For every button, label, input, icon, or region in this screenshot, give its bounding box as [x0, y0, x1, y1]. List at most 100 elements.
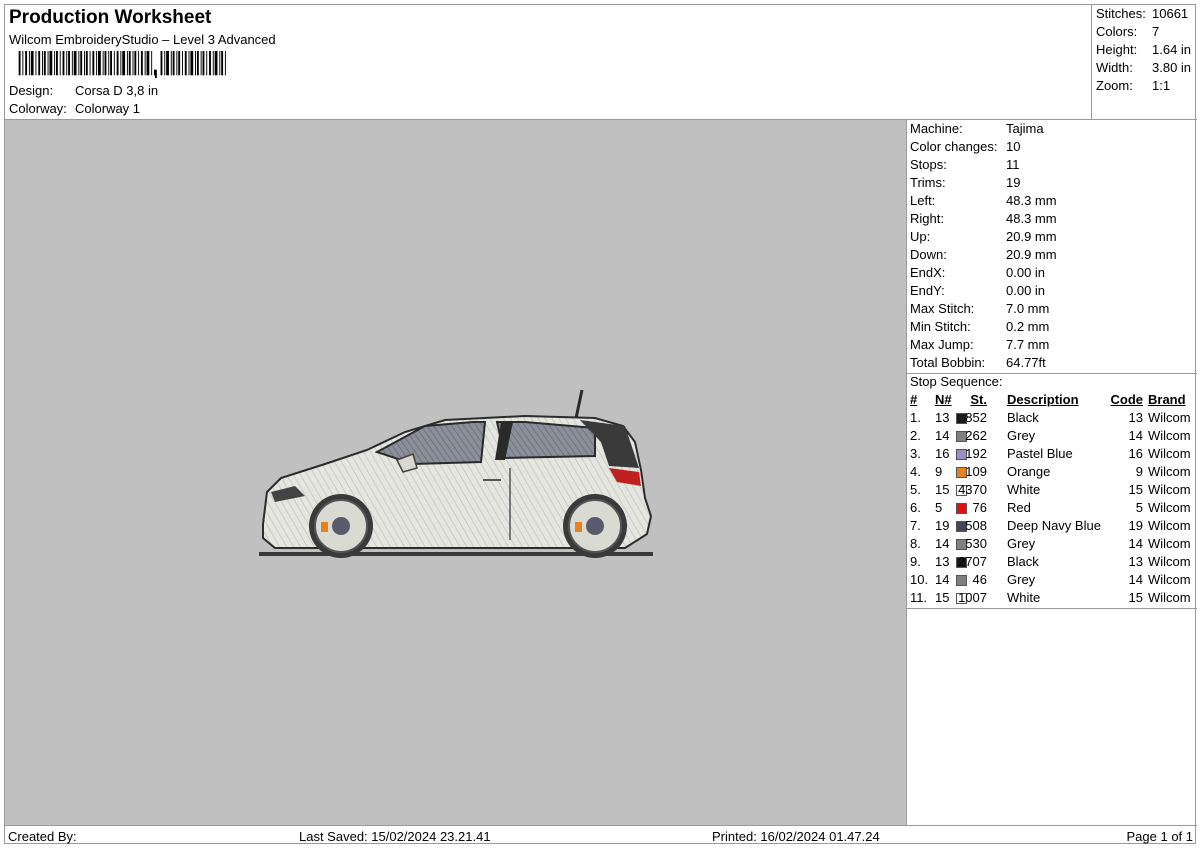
printed-date: Printed: 16/02/2024 01.47.24: [712, 829, 880, 844]
thread-brand: Wilcom: [1148, 464, 1191, 479]
stop-sequence-title: Stop Sequence:: [910, 374, 1003, 389]
color-description: Black: [1007, 410, 1039, 425]
info-value: 0.2 mm: [1006, 319, 1050, 334]
machine-info-row: Min Stitch: 0.2 mm: [910, 319, 1049, 337]
last-saved: Last Saved: 15/02/2024 23.21.41: [299, 829, 491, 844]
stop-sequence-row: 9. 13 2707 Black 13 Wilcom: [907, 554, 1197, 572]
stop-sequence-row: 5. 15 4370 White 15 Wilcom: [907, 482, 1197, 500]
stop-sequence-row: 1. 13 852 Black 13 Wilcom: [907, 410, 1197, 428]
embroidered-car-icon: [259, 389, 653, 558]
machine-info-row: Up: 20.9 mm: [910, 229, 1057, 247]
summary-label: Stitches:: [1096, 6, 1146, 21]
color-description: White: [1007, 482, 1041, 497]
thread-brand: Wilcom: [1148, 500, 1191, 515]
stop-num: 6.: [910, 500, 921, 515]
thread-brand: Wilcom: [1148, 410, 1191, 425]
color-code: 19: [1128, 518, 1143, 533]
color-description: White: [1007, 590, 1041, 605]
color-description: Deep Navy Blue: [1007, 518, 1101, 533]
color-description: Orange: [1007, 464, 1051, 479]
machine-info-row: Color changes: 10: [910, 139, 1020, 157]
summary-label: Height:: [1096, 42, 1138, 57]
info-value: 11: [1006, 157, 1020, 172]
machine-info-row: Stops: 11: [910, 157, 1020, 175]
machine-info-row: Left: 48.3 mm: [910, 193, 1057, 211]
summary-value: 1.64 in: [1152, 42, 1192, 57]
stitch-count: 530: [965, 536, 987, 551]
info-label: Color changes:: [910, 139, 998, 154]
stop-sequence-row: 8. 14 530 Grey 14 Wilcom: [907, 536, 1197, 554]
color-swatch-icon: [956, 503, 967, 514]
software-name: Wilcom EmbroideryStudio – Level 3 Advanc…: [9, 32, 276, 47]
design-label: Design:: [9, 83, 54, 98]
stop-sequence-row: 4. 9 109 Orange 9 Wilcom: [907, 464, 1197, 482]
worksheet-header: Production Worksheet Wilcom EmbroiderySt…: [5, 5, 1091, 119]
info-value: 20.9 mm: [1006, 247, 1057, 262]
stitch-count: 262: [965, 428, 987, 443]
stitch-count: 4370: [958, 482, 987, 497]
color-description: Red: [1007, 500, 1031, 515]
thread-brand: Wilcom: [1148, 518, 1191, 533]
info-label: EndY:: [910, 283, 945, 298]
stop-num: 11.: [910, 590, 928, 605]
color-code: 9: [1135, 464, 1143, 479]
color-code: 14: [1128, 536, 1143, 551]
colorway-value: Colorway 1: [75, 101, 141, 116]
stop-sequence-row: 10. 14 46 Grey 14 Wilcom: [907, 572, 1197, 590]
color-code: 15: [1128, 590, 1143, 605]
stitch-info-panel: Machine: Tajima Color changes: 10 Stops: 11 Tr…: [907, 119, 1197, 825]
info-label: Max Jump:: [910, 337, 974, 352]
needle-number: 13: [935, 410, 950, 425]
summary-row: Height: 1.64 in: [1096, 42, 1191, 57]
col-code: Code: [1110, 392, 1144, 407]
stop-sequence-row: 3. 16 192 Pastel Blue 16 Wilcom: [907, 446, 1197, 464]
info-value: 7.7 mm: [1006, 337, 1050, 352]
stop-num: 5.: [910, 482, 921, 497]
stop-num: 9.: [910, 554, 921, 569]
color-swatch-icon: [956, 575, 967, 586]
info-value: 0.00 in: [1006, 283, 1046, 298]
stitch-count: 76: [972, 500, 987, 515]
machine-info-row: EndX: 0.00 in: [910, 265, 1045, 283]
machine-info-row: Down: 20.9 mm: [910, 247, 1057, 265]
machine-info-row: Max Stitch: 7.0 mm: [910, 301, 1049, 319]
thread-brand: Wilcom: [1148, 482, 1191, 497]
color-code: 13: [1128, 554, 1143, 569]
summary-value: 10661: [1152, 6, 1189, 21]
summary-row: Colors: 7: [1096, 24, 1159, 39]
thread-brand: Wilcom: [1148, 572, 1191, 587]
summary-value: 7: [1152, 24, 1160, 39]
stitch-count: 192: [965, 446, 987, 461]
needle-number: 15: [935, 590, 950, 605]
color-code: 16: [1128, 446, 1143, 461]
info-label: Max Stitch:: [910, 301, 975, 316]
stop-num: 2.: [910, 428, 921, 443]
stop-sequence-row: 2. 14 262 Grey 14 Wilcom: [907, 428, 1197, 446]
machine-info-row: Total Bobbin: 64.77ft: [910, 355, 1046, 373]
info-value: 10: [1006, 139, 1021, 154]
info-value: Tajima: [1006, 121, 1044, 136]
summary-label: Colors:: [1096, 24, 1138, 39]
col-stitches: St.: [970, 392, 987, 407]
col-brand: Brand: [1148, 392, 1186, 407]
stop-num: 1.: [910, 410, 921, 425]
machine-info-row: Machine: Tajima: [910, 121, 1044, 139]
stitch-count: 1007: [958, 590, 987, 605]
info-value: 64.77ft: [1006, 355, 1046, 370]
stitch-count: 46: [972, 572, 987, 587]
summary-label: Zoom:: [1096, 78, 1133, 93]
summary-label: Width:: [1096, 60, 1133, 75]
needle-number: 19: [935, 518, 950, 533]
color-code: 14: [1128, 428, 1143, 443]
design-row: Design: Corsa D 3,8 in: [9, 83, 158, 98]
machine-info-row: Right: 48.3 mm: [910, 211, 1057, 229]
info-value: 48.3 mm: [1006, 211, 1057, 226]
stitch-count: 2707: [958, 554, 987, 569]
production-worksheet: Production Worksheet Wilcom EmbroiderySt…: [4, 4, 1197, 844]
stitch-count: 109: [965, 464, 987, 479]
col-needle: N#: [935, 392, 952, 407]
machine-info-row: EndY: 0.00 in: [910, 283, 1045, 301]
thread-brand: Wilcom: [1148, 554, 1191, 569]
stop-num: 8.: [910, 536, 921, 551]
color-description: Grey: [1007, 536, 1036, 551]
